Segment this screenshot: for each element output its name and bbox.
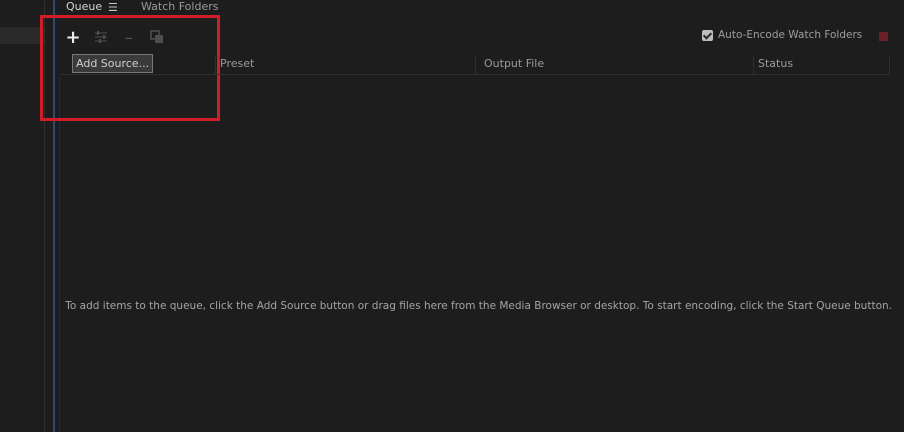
tab-watch-folders[interactable]: Watch Folders <box>141 0 218 14</box>
auto-encode-checkbox[interactable] <box>702 29 713 41</box>
auto-encode-toggle[interactable]: Auto-Encode Watch Folders <box>702 29 862 41</box>
queue-table-header: Preset Output File Status <box>60 55 890 75</box>
column-separator <box>215 55 216 74</box>
start-queue-button[interactable] <box>879 32 888 41</box>
column-separator <box>753 55 754 74</box>
panel-menu-icon[interactable]: ☰ <box>108 1 118 14</box>
header-right-edge <box>889 55 890 75</box>
column-status[interactable]: Status <box>758 57 793 70</box>
tab-queue[interactable]: Queue <box>66 0 102 14</box>
left-panel <box>0 0 44 432</box>
column-preset[interactable]: Preset <box>220 57 254 70</box>
auto-encode-label: Auto-Encode Watch Folders <box>718 29 863 41</box>
queue-left-border <box>59 76 60 432</box>
left-panel-input[interactable] <box>0 27 44 44</box>
column-output-file[interactable]: Output File <box>484 57 544 70</box>
column-separator <box>475 55 476 74</box>
empty-queue-message: To add items to the queue, click the Add… <box>65 300 892 312</box>
